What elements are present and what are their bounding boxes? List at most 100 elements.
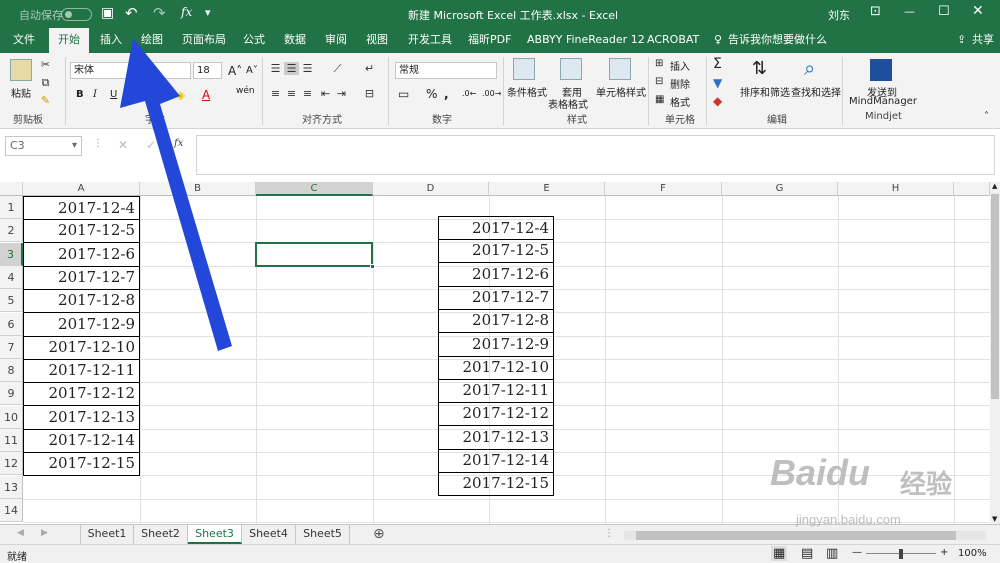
wrap-text-icon[interactable]: ↵	[362, 62, 377, 75]
row-header-5[interactable]: 5	[0, 289, 23, 313]
format-as-table-label-2[interactable]: 表格格式	[548, 96, 588, 111]
tell-me-search[interactable]: 告诉我你想要做什么	[728, 28, 827, 53]
italic-button[interactable]: I	[93, 89, 97, 100]
cell-e-date[interactable]: 2017-12-6	[438, 262, 554, 287]
decrease-font-icon[interactable]: A˅	[246, 65, 258, 76]
sort-filter-icon[interactable]: ⇅	[752, 58, 767, 79]
font-name-select[interactable]: 宋体	[70, 62, 191, 79]
formula-input[interactable]	[196, 135, 995, 175]
paste-button[interactable]: 粘贴	[11, 85, 31, 100]
redo-icon[interactable]: ↷	[153, 4, 166, 22]
cancel-icon[interactable]: ✕	[118, 138, 128, 152]
zoom-out-icon[interactable]: —	[852, 547, 862, 558]
orientation-icon[interactable]: ⟋	[330, 62, 345, 75]
share-button[interactable]: 共享	[972, 28, 994, 53]
insert-cells-button[interactable]: 插入	[670, 58, 690, 73]
minimize-icon[interactable]: —	[904, 5, 915, 18]
cell-a6[interactable]: 2017-12-9	[23, 312, 140, 337]
tab-data[interactable]: 数据	[284, 28, 306, 53]
format-painter-icon[interactable]: ✎	[38, 94, 53, 107]
sheet-tab-5[interactable]: Sheet5	[296, 525, 350, 544]
undo-icon[interactable]: ↶	[125, 4, 138, 22]
copy-icon[interactable]: ⧉	[38, 76, 53, 89]
cell-a2[interactable]: 2017-12-5	[23, 219, 140, 244]
fill-icon[interactable]: ▼	[713, 76, 722, 90]
cell-e-date[interactable]: 2017-12-4	[438, 216, 554, 240]
sheet-tab-2[interactable]: Sheet2	[134, 525, 188, 544]
sheet-next-icon[interactable]: ▶	[41, 528, 48, 538]
zoom-slider-thumb[interactable]	[899, 549, 903, 559]
cell-styles-button[interactable]: 单元格样式	[596, 84, 646, 99]
tab-view[interactable]: 视图	[366, 28, 388, 53]
tab-review[interactable]: 审阅	[325, 28, 347, 53]
tab-draw[interactable]: 绘图	[141, 28, 163, 53]
cell-a1[interactable]: 2017-12-4	[23, 196, 140, 220]
zoom-level[interactable]: 100%	[958, 548, 987, 559]
cell-e-date[interactable]: 2017-12-14	[438, 449, 554, 473]
insert-cells-icon[interactable]: ⊞	[655, 58, 663, 69]
cell-styles-icon[interactable]	[609, 58, 631, 80]
sheet-prev-icon[interactable]: ◀	[17, 528, 24, 538]
cell-e-date[interactable]: 2017-12-10	[438, 355, 554, 380]
tab-insert[interactable]: 插入	[100, 28, 122, 53]
cell-a10[interactable]: 2017-12-13	[23, 405, 140, 430]
autosave-toggle[interactable]	[61, 8, 92, 21]
select-all-corner[interactable]	[0, 182, 23, 196]
cell-a8[interactable]: 2017-12-11	[23, 359, 140, 384]
insert-function-button[interactable]: fx	[174, 138, 183, 149]
user-name[interactable]: 刘东	[828, 7, 850, 23]
normal-view-icon[interactable]: ▦	[771, 546, 788, 561]
paste-icon[interactable]	[10, 59, 32, 81]
clear-icon[interactable]: ◆	[713, 94, 722, 108]
phonetic-icon[interactable]: wén	[236, 86, 255, 96]
collapse-ribbon-icon[interactable]: ˄	[984, 111, 989, 122]
share-icon[interactable]: ⇪	[957, 28, 966, 53]
cell-a11[interactable]: 2017-12-14	[23, 429, 140, 453]
number-format-select[interactable]: 常规	[395, 62, 497, 79]
row-header-9[interactable]: 9	[0, 382, 23, 406]
comma-style-icon[interactable]: ,	[444, 87, 449, 101]
fill-color-icon[interactable]: ◈	[176, 88, 185, 102]
cell-a4[interactable]: 2017-12-7	[23, 265, 140, 290]
sheet-tab-4[interactable]: Sheet4	[242, 525, 296, 544]
autosum-icon[interactable]: Σ	[713, 56, 722, 72]
scroll-down-icon[interactable]: ▼	[992, 515, 997, 523]
delete-cells-icon[interactable]: ⊟	[655, 76, 663, 87]
underline-button[interactable]: U	[110, 89, 117, 100]
tab-abbyy[interactable]: ABBYY FineReader 12	[527, 28, 645, 53]
formula-bar-handle-icon[interactable]: ⋮	[93, 138, 103, 149]
tab-file[interactable]: 文件	[13, 28, 35, 53]
column-header-c[interactable]: C	[256, 182, 373, 196]
cell-e-date[interactable]: 2017-12-7	[438, 285, 554, 310]
name-box[interactable]: C3	[5, 136, 82, 156]
row-header-4[interactable]: 4	[0, 265, 23, 289]
cell-a5[interactable]: 2017-12-8	[23, 289, 140, 314]
sheet-tab-1[interactable]: Sheet1	[80, 525, 134, 544]
find-select-icon[interactable]: ⌕	[804, 56, 815, 80]
conditional-format-icon[interactable]	[513, 58, 535, 80]
cut-icon[interactable]: ✂	[38, 58, 53, 71]
row-header-6[interactable]: 6	[0, 312, 23, 336]
customize-qat-icon[interactable]: ▾	[205, 6, 211, 19]
cell-e-date[interactable]: 2017-12-11	[438, 379, 554, 404]
mindmanager-button[interactable]: MindManager	[849, 96, 917, 107]
new-sheet-icon[interactable]: ⊕	[373, 526, 385, 542]
column-header-a[interactable]: A	[23, 182, 140, 196]
increase-indent-icon[interactable]: ⇥	[334, 87, 349, 100]
row-header-7[interactable]: 7	[0, 335, 23, 359]
align-bottom-icon[interactable]: ☰	[300, 62, 315, 75]
tab-formulas[interactable]: 公式	[243, 28, 265, 53]
increase-font-icon[interactable]: A˄	[228, 64, 242, 78]
zoom-in-icon[interactable]: +	[940, 547, 948, 558]
tab-page-layout[interactable]: 页面布局	[182, 28, 226, 53]
decrease-decimal-icon[interactable]: .00→	[482, 89, 501, 98]
row-header-3[interactable]: 3	[0, 242, 23, 266]
increase-decimal-icon[interactable]: .0←	[462, 89, 476, 98]
fill-handle[interactable]	[370, 264, 375, 269]
format-cells-button[interactable]: 格式	[670, 94, 690, 109]
decrease-indent-icon[interactable]: ⇤	[318, 87, 333, 100]
quick-access-fx-icon[interactable]: fx	[181, 5, 192, 19]
row-header-1[interactable]: 1	[0, 196, 23, 219]
row-header-13[interactable]: 13	[0, 475, 23, 499]
row-header-12[interactable]: 12	[0, 452, 23, 476]
